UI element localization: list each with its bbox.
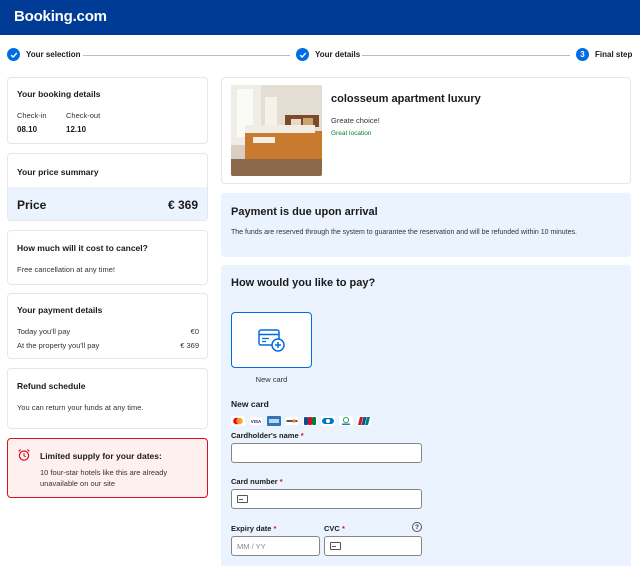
payment-row: At the property you'll pay € 369 — [17, 341, 199, 350]
booking-details-title: Your booking details — [17, 89, 101, 99]
cancellation-text: Free cancellation at any time! — [17, 265, 115, 274]
step-your-details[interactable]: Your details — [296, 48, 360, 61]
required-mark: * — [279, 477, 283, 486]
expiry-date-input[interactable]: MM / YY — [231, 536, 320, 556]
expiry-label: Expiry date * — [231, 524, 276, 533]
checkin-label: Check-in — [17, 111, 47, 120]
mastercard-icon — [231, 416, 245, 426]
unionpay-icon — [357, 416, 371, 426]
card-icon — [237, 495, 248, 503]
new-card-tile[interactable] — [231, 312, 312, 368]
payment-row: Today you'll pay €0 — [17, 327, 199, 336]
payment-method-section: How would you like to pay? New card New … — [221, 265, 631, 566]
step-divider — [362, 55, 570, 56]
payment-due-title: Payment is due upon arrival — [231, 206, 378, 218]
cardholder-name-input[interactable] — [231, 443, 422, 463]
cardholder-label: Cardholder's name * — [231, 431, 304, 440]
step-label: Your selection — [26, 50, 81, 59]
step-number: 3 — [576, 48, 589, 61]
property-card: colosseum apartment luxury Greate choice… — [221, 77, 631, 184]
required-mark: * — [300, 431, 304, 440]
help-icon[interactable]: ? — [412, 522, 422, 532]
payment-row-value: €0 — [190, 327, 199, 336]
limited-supply-alert: Limited supply for your dates: 10 four-s… — [7, 438, 208, 498]
payment-details-title: Your payment details — [17, 305, 103, 315]
checkin-value: 08.10 — [17, 125, 38, 134]
visa-icon: VISA — [249, 416, 263, 426]
svg-text:VISA: VISA — [251, 419, 262, 424]
checkout-value: 12.10 — [66, 125, 87, 134]
brand-logo[interactable]: Booking.com — [14, 8, 107, 25]
cvc-card-icon — [330, 542, 341, 550]
booking-details-card: Your booking details Check-in 08.10 Chec… — [7, 77, 208, 144]
cvc-label-text: CVC — [324, 524, 340, 533]
checkout-label: Check-out — [66, 111, 101, 120]
top-bar: Booking.com — [0, 0, 640, 35]
price-summary-card: Your price summary Price € 369 — [7, 153, 208, 221]
property-location-badge: Great location — [331, 130, 372, 137]
new-card-caption: New card — [255, 375, 288, 384]
payment-details-card: Your payment details Today you'll pay €0… — [7, 293, 208, 359]
expiry-placeholder: MM / YY — [237, 542, 266, 551]
price-summary-title: Your price summary — [17, 167, 99, 177]
refund-title: Refund schedule — [17, 381, 86, 391]
card-number-label: Card number * — [231, 477, 283, 486]
payment-row-label: Today you'll pay — [17, 327, 71, 336]
property-subtitle: Greate choice! — [331, 116, 380, 125]
amex-icon — [267, 416, 281, 426]
refund-text: You can return your funds at any time. — [17, 403, 144, 412]
payment-due-banner: Payment is due upon arrival The funds ar… — [221, 193, 631, 257]
expiry-label-text: Expiry date — [231, 524, 272, 533]
limited-supply-text: 10 four-star hotels like this are alread… — [40, 468, 168, 488]
required-mark: * — [341, 524, 345, 533]
price-band: Price € 369 — [8, 187, 207, 220]
price-value: € 369 — [167, 198, 198, 212]
card-number-label-text: Card number — [231, 477, 278, 486]
card-number-input[interactable] — [231, 489, 422, 509]
refund-schedule-card: Refund schedule You can return your fund… — [7, 368, 208, 429]
cancellation-title: How much will it cost to cancel? — [17, 243, 148, 253]
check-icon — [7, 48, 20, 61]
progress-steps: Your selection Your details 3 Final step — [0, 44, 640, 66]
step-your-selection[interactable]: Your selection — [7, 48, 81, 61]
step-label: Final step — [595, 50, 633, 59]
maestro-icon — [339, 416, 353, 426]
jcb-icon — [303, 416, 317, 426]
payment-method-title: How would you like to pay? — [231, 277, 376, 289]
property-photo[interactable] — [231, 85, 322, 176]
required-mark: * — [273, 524, 277, 533]
property-name: colosseum apartment luxury — [331, 93, 481, 105]
cardholder-label-text: Cardholder's name — [231, 431, 299, 440]
payment-row-value: € 369 — [180, 341, 199, 350]
cvc-label: CVC * — [324, 524, 345, 533]
diners-icon — [321, 416, 335, 426]
payment-row-label: At the property you'll pay — [17, 341, 100, 350]
price-label: Price — [17, 198, 47, 212]
cancellation-card: How much will it cost to cancel? Free ca… — [7, 230, 208, 285]
step-divider — [83, 55, 290, 56]
payment-due-text: The funds are reserved through the syste… — [231, 229, 577, 236]
limited-supply-title: Limited supply for your dates: — [40, 451, 162, 461]
step-label: Your details — [315, 50, 361, 59]
new-card-heading: New card — [231, 399, 269, 409]
cvc-input[interactable] — [324, 536, 422, 556]
discover-icon — [285, 416, 299, 426]
check-icon — [296, 48, 309, 61]
add-card-icon — [257, 329, 285, 352]
step-final: 3 Final step — [576, 48, 632, 61]
alarm-clock-icon — [18, 449, 30, 461]
card-brand-logos: VISA — [231, 416, 371, 426]
